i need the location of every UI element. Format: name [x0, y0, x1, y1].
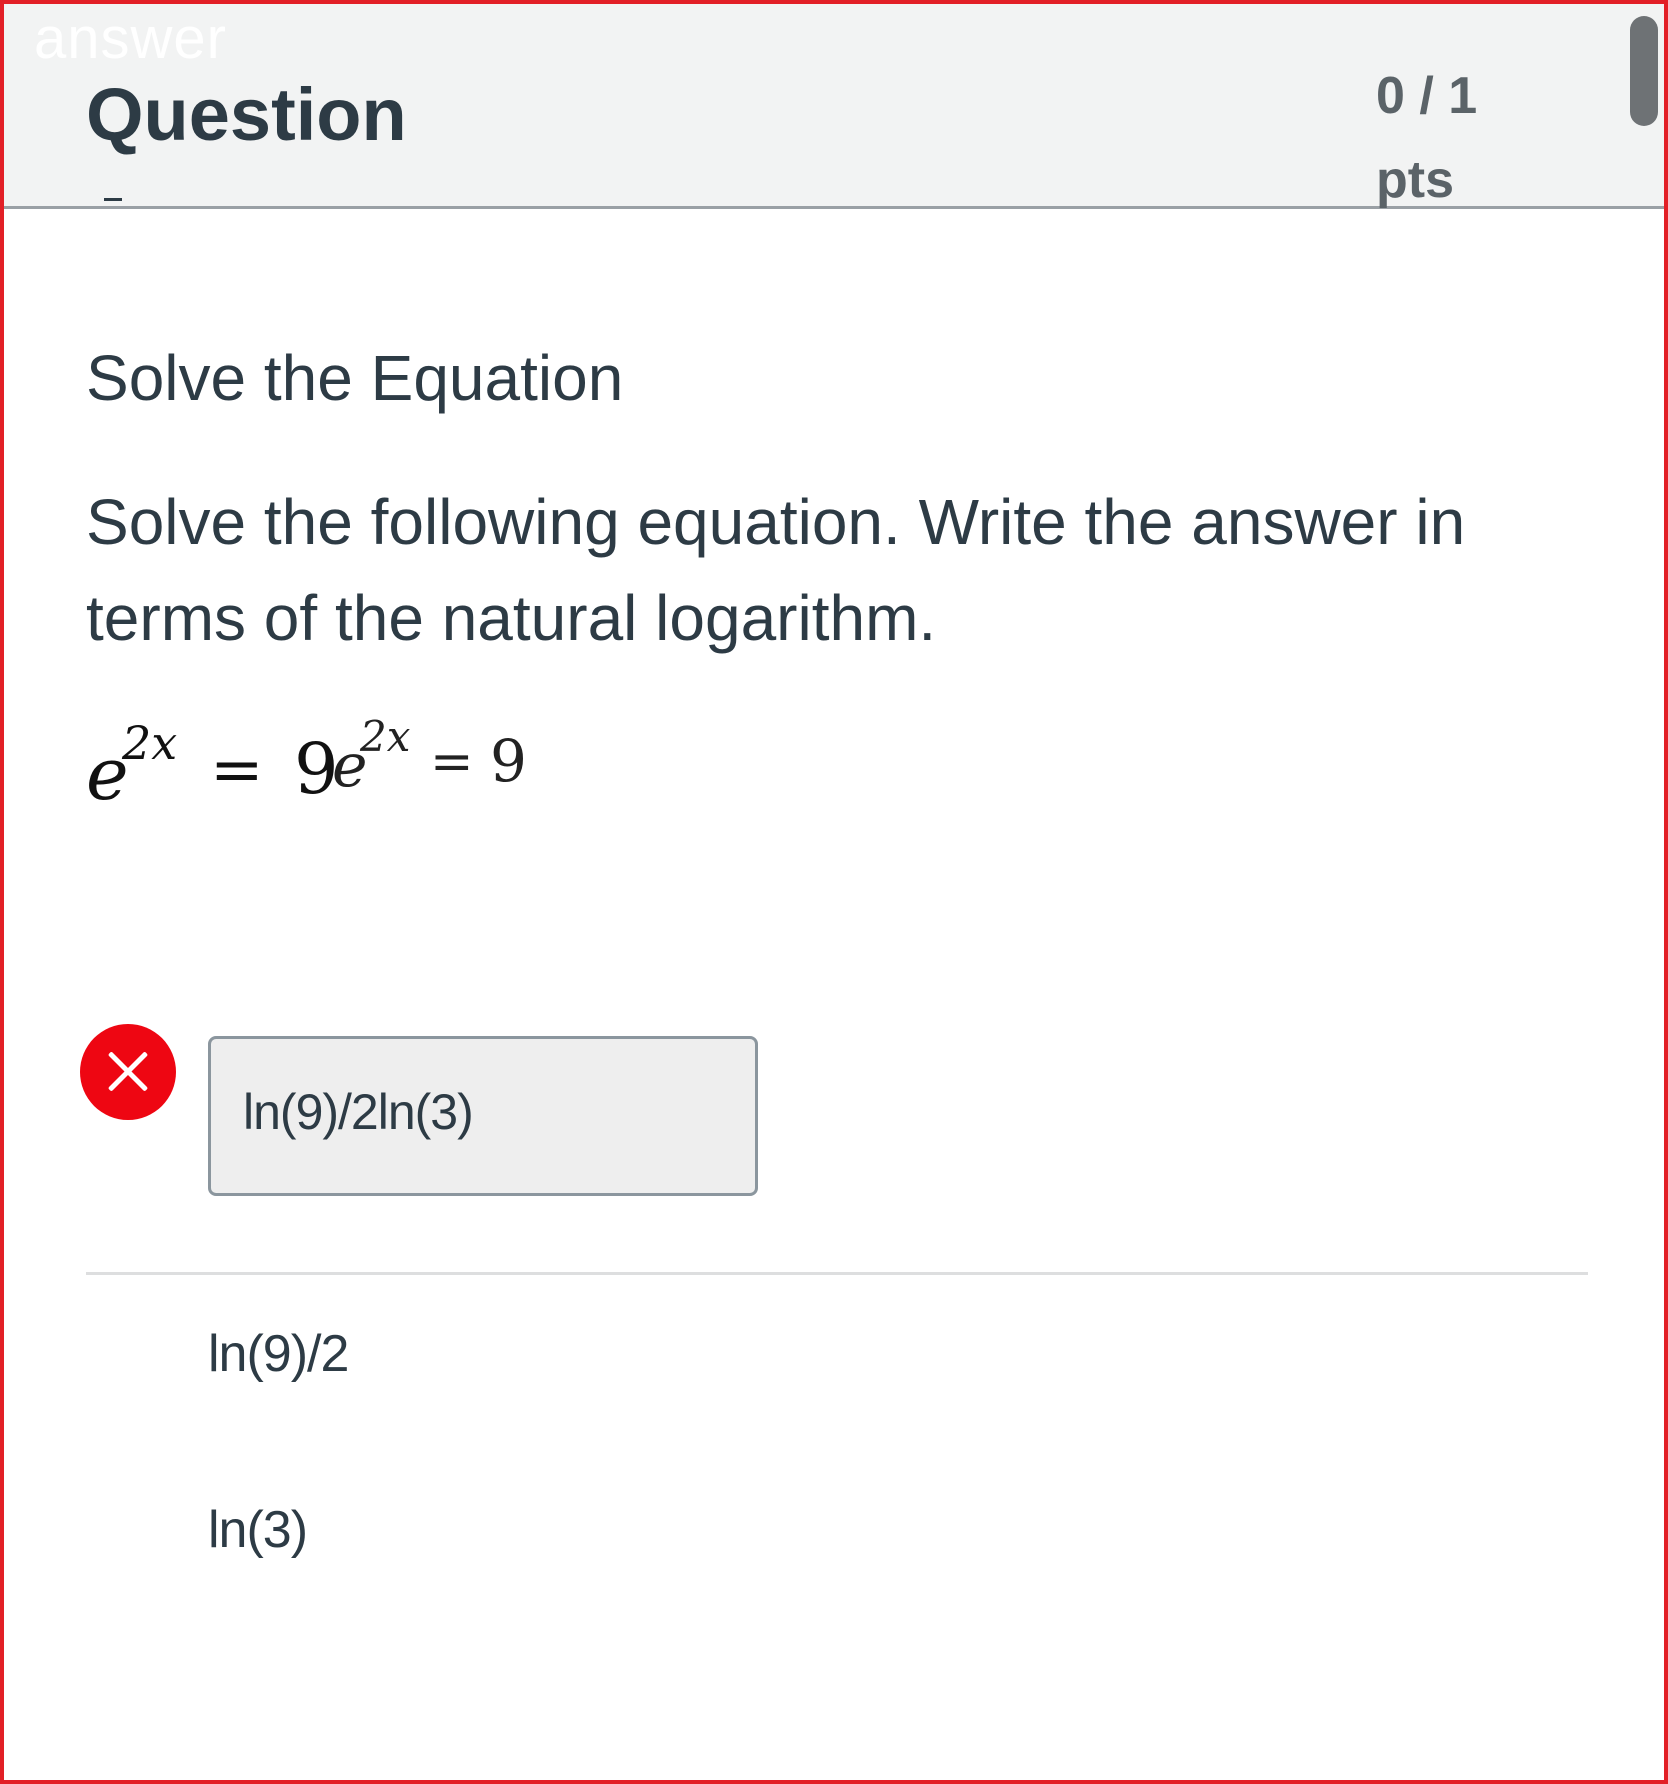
scrollbar-thumb[interactable]: [1630, 16, 1658, 126]
equation-rhs: 9: [490, 727, 527, 795]
correct-answer-item: ln(9)/2: [208, 1325, 349, 1383]
question-instructions: Solve the following equation. Write the …: [86, 486, 1466, 654]
points-unit: pts: [1376, 151, 1454, 209]
correct-answer-item: ln(3): [208, 1501, 308, 1559]
header-title-underline: [104, 198, 122, 201]
question-header-title: Question: [86, 73, 407, 156]
points-score: 0 / 1: [1376, 67, 1478, 125]
answer-divider: [86, 1272, 1588, 1275]
equation-equals-sign: =: [210, 733, 264, 807]
quiz-question-panel: answer Question 0 / 1 pts Solve the Equa…: [0, 0, 1668, 1784]
equation-exponent-mid: 2x: [360, 712, 411, 761]
question-header: answer Question 0 / 1 pts: [4, 4, 1664, 209]
equation-exponent-left: 2x: [122, 716, 178, 770]
question-points: 0 / 1 pts: [1376, 54, 1526, 222]
student-answer-field: ln(9)/2ln(3): [208, 1036, 758, 1196]
equation-equals-sign-2: =: [430, 732, 474, 792]
student-answer-value: ln(9)/2ln(3): [243, 1084, 474, 1140]
question-prompt-title: Solve the Equation: [86, 342, 624, 414]
overlay-label: answer: [34, 6, 227, 71]
incorrect-icon: [80, 1024, 176, 1120]
